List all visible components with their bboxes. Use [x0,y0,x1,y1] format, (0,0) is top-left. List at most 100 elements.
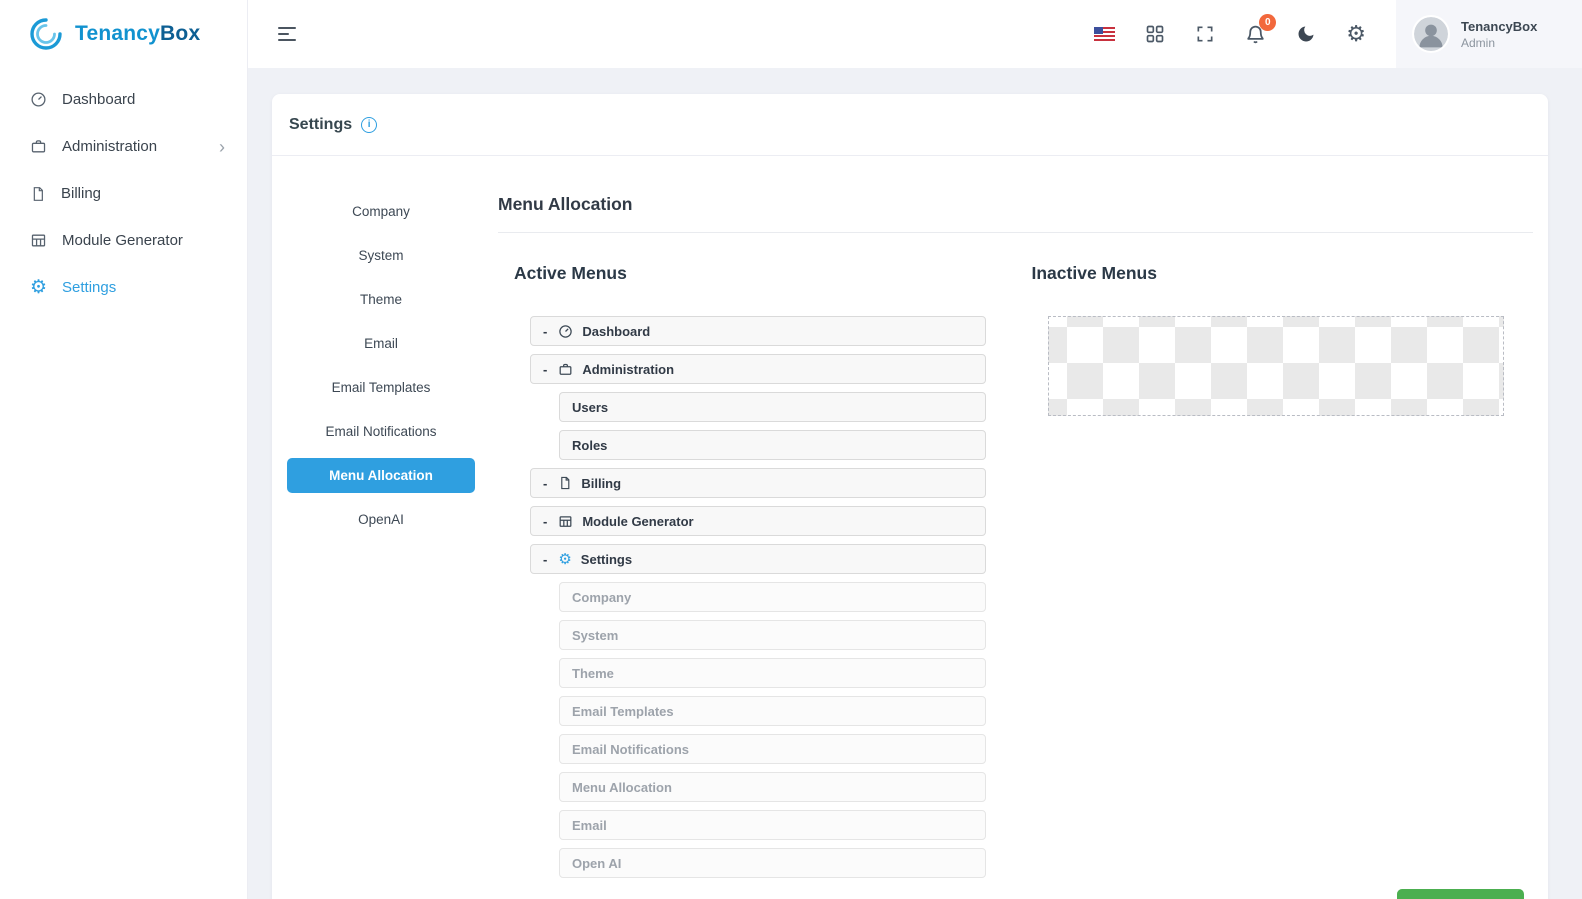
sidebar-item-label: Billing [61,185,101,202]
tab-theme[interactable]: Theme [287,282,475,317]
inactive-menus-column: Inactive Menus [1016,263,1534,886]
administration-icon [558,362,573,377]
topbar-actions: 0 ⚙ [1094,0,1582,68]
menu-item-label: Theme [572,666,614,681]
menu-item-label: Menu Allocation [572,780,672,795]
brand-logo[interactable]: TenancyBox [0,0,247,68]
tab-system[interactable]: System [287,238,475,273]
menu-item-label: Email Notifications [572,742,689,757]
menu-item-label: Dashboard [582,324,650,339]
menu-item-label: Users [572,400,608,415]
notifications-bell-icon[interactable]: 0 [1245,24,1266,45]
settings-child-theme: Theme [559,658,986,688]
fullscreen-icon[interactable] [1195,24,1215,44]
menu-item-label: Email [572,818,607,833]
collapse-toggle[interactable]: - [543,552,547,567]
sidebar-item-module-generator[interactable]: Module Generator [0,217,247,264]
settings-child-menu-allocation: Menu Allocation [559,772,986,802]
settings-child-system: System [559,620,986,650]
sidebar-item-dashboard[interactable]: Dashboard [0,76,247,123]
settings-gear-icon[interactable]: ⚙ [1346,23,1366,45]
sidebar-item-label: Dashboard [62,91,135,108]
tab-email-templates[interactable]: Email Templates [287,370,475,405]
user-menu[interactable]: TenancyBox Admin [1396,0,1582,68]
sidebar-nav: Dashboard Administration › Billing Modu [0,68,247,311]
card-header: Settings i [272,94,1548,156]
sidebar-item-label: Administration [62,138,157,155]
menu-item-label: Billing [581,476,621,491]
menu-item-label: Roles [572,438,607,453]
menu-columns: Active Menus - Dashboard [498,263,1533,886]
settings-child-company: Company [559,582,986,612]
menu-allocation-panel: Menu Allocation Active Menus - [498,194,1533,886]
info-icon[interactable]: i [361,117,377,133]
billing-icon [30,186,46,202]
settings-card: Settings i Company System Theme Email Em… [272,94,1548,899]
menu-item-label: System [572,628,618,643]
active-menus-column: Active Menus - Dashboard [498,263,1016,886]
sidebar-toggle-button[interactable] [278,27,296,41]
notification-badge: 0 [1259,14,1276,31]
tab-openai[interactable]: OpenAI [287,502,475,537]
active-menu-item-settings[interactable]: - ⚙ Settings [530,544,986,574]
chevron-right-icon: › [219,138,225,156]
user-name: TenancyBox [1461,19,1537,34]
administration-icon [30,138,47,155]
active-menu-item-billing[interactable]: - Billing [530,468,986,498]
menu-item-label: Company [572,590,631,605]
inactive-menus-dropzone[interactable] [1048,316,1504,416]
module-generator-icon [30,232,47,249]
section-heading: Menu Allocation [498,194,1533,233]
active-menu-item-administration[interactable]: - Administration [530,354,986,384]
active-menu-item-dashboard[interactable]: - Dashboard [530,316,986,346]
page-title: Settings [289,116,352,134]
main-area: 0 ⚙ [248,0,1582,899]
settings-child-email-templates: Email Templates [559,696,986,726]
menu-item-label: Email Templates [572,704,674,719]
sidebar-item-settings[interactable]: ⚙ Settings [0,264,247,311]
dashboard-icon [30,91,47,108]
dark-mode-moon-icon[interactable] [1296,24,1316,44]
settings-gear-icon: ⚙ [30,278,47,297]
settings-child-email: Email [559,810,986,840]
active-menus-title: Active Menus [514,263,1016,284]
menu-item-label: Administration [582,362,674,377]
user-avatar [1412,15,1450,53]
active-menu-item-users[interactable]: Users [559,392,986,422]
active-menu-item-roles[interactable]: Roles [559,430,986,460]
inactive-menus-title: Inactive Menus [1032,263,1534,284]
card-body: Company System Theme Email Email Templat… [272,156,1548,886]
sidebar-item-label: Settings [62,279,116,296]
settings-tabs: Company System Theme Email Email Templat… [287,194,475,886]
billing-icon [558,476,572,490]
menu-item-label: Open AI [572,856,621,871]
settings-child-open-ai: Open AI [559,848,986,878]
sidebar-item-billing[interactable]: Billing [0,170,247,217]
tab-menu-allocation[interactable]: Menu Allocation [287,458,475,493]
tab-email-notifications[interactable]: Email Notifications [287,414,475,449]
dashboard-icon [558,324,573,339]
topbar: 0 ⚙ [248,0,1582,68]
brand-logo-icon [26,14,66,54]
app-window: TenancyBox Dashboard Administration › [0,0,1582,899]
settings-gear-icon: ⚙ [558,552,571,567]
menu-item-label: Module Generator [582,514,693,529]
menu-item-label: Settings [581,552,632,567]
collapse-toggle[interactable]: - [543,324,547,339]
save-button[interactable] [1397,889,1524,899]
settings-child-email-notifications: Email Notifications [559,734,986,764]
active-menu-item-module-generator[interactable]: - Module Generator [530,506,986,536]
collapse-toggle[interactable]: - [543,514,547,529]
collapse-toggle[interactable]: - [543,362,547,377]
tab-company[interactable]: Company [287,194,475,229]
page-content: Settings i Company System Theme Email Em… [248,68,1582,899]
user-role: Admin [1461,36,1537,50]
tab-email[interactable]: Email [287,326,475,361]
active-menus-list: - Dashboard - [530,316,986,878]
collapse-toggle[interactable]: - [543,476,547,491]
module-generator-icon [558,514,573,529]
apps-grid-icon[interactable] [1145,24,1165,44]
language-flag-icon[interactable] [1094,27,1115,41]
sidebar-item-administration[interactable]: Administration › [0,123,247,170]
sidebar-item-label: Module Generator [62,232,183,249]
